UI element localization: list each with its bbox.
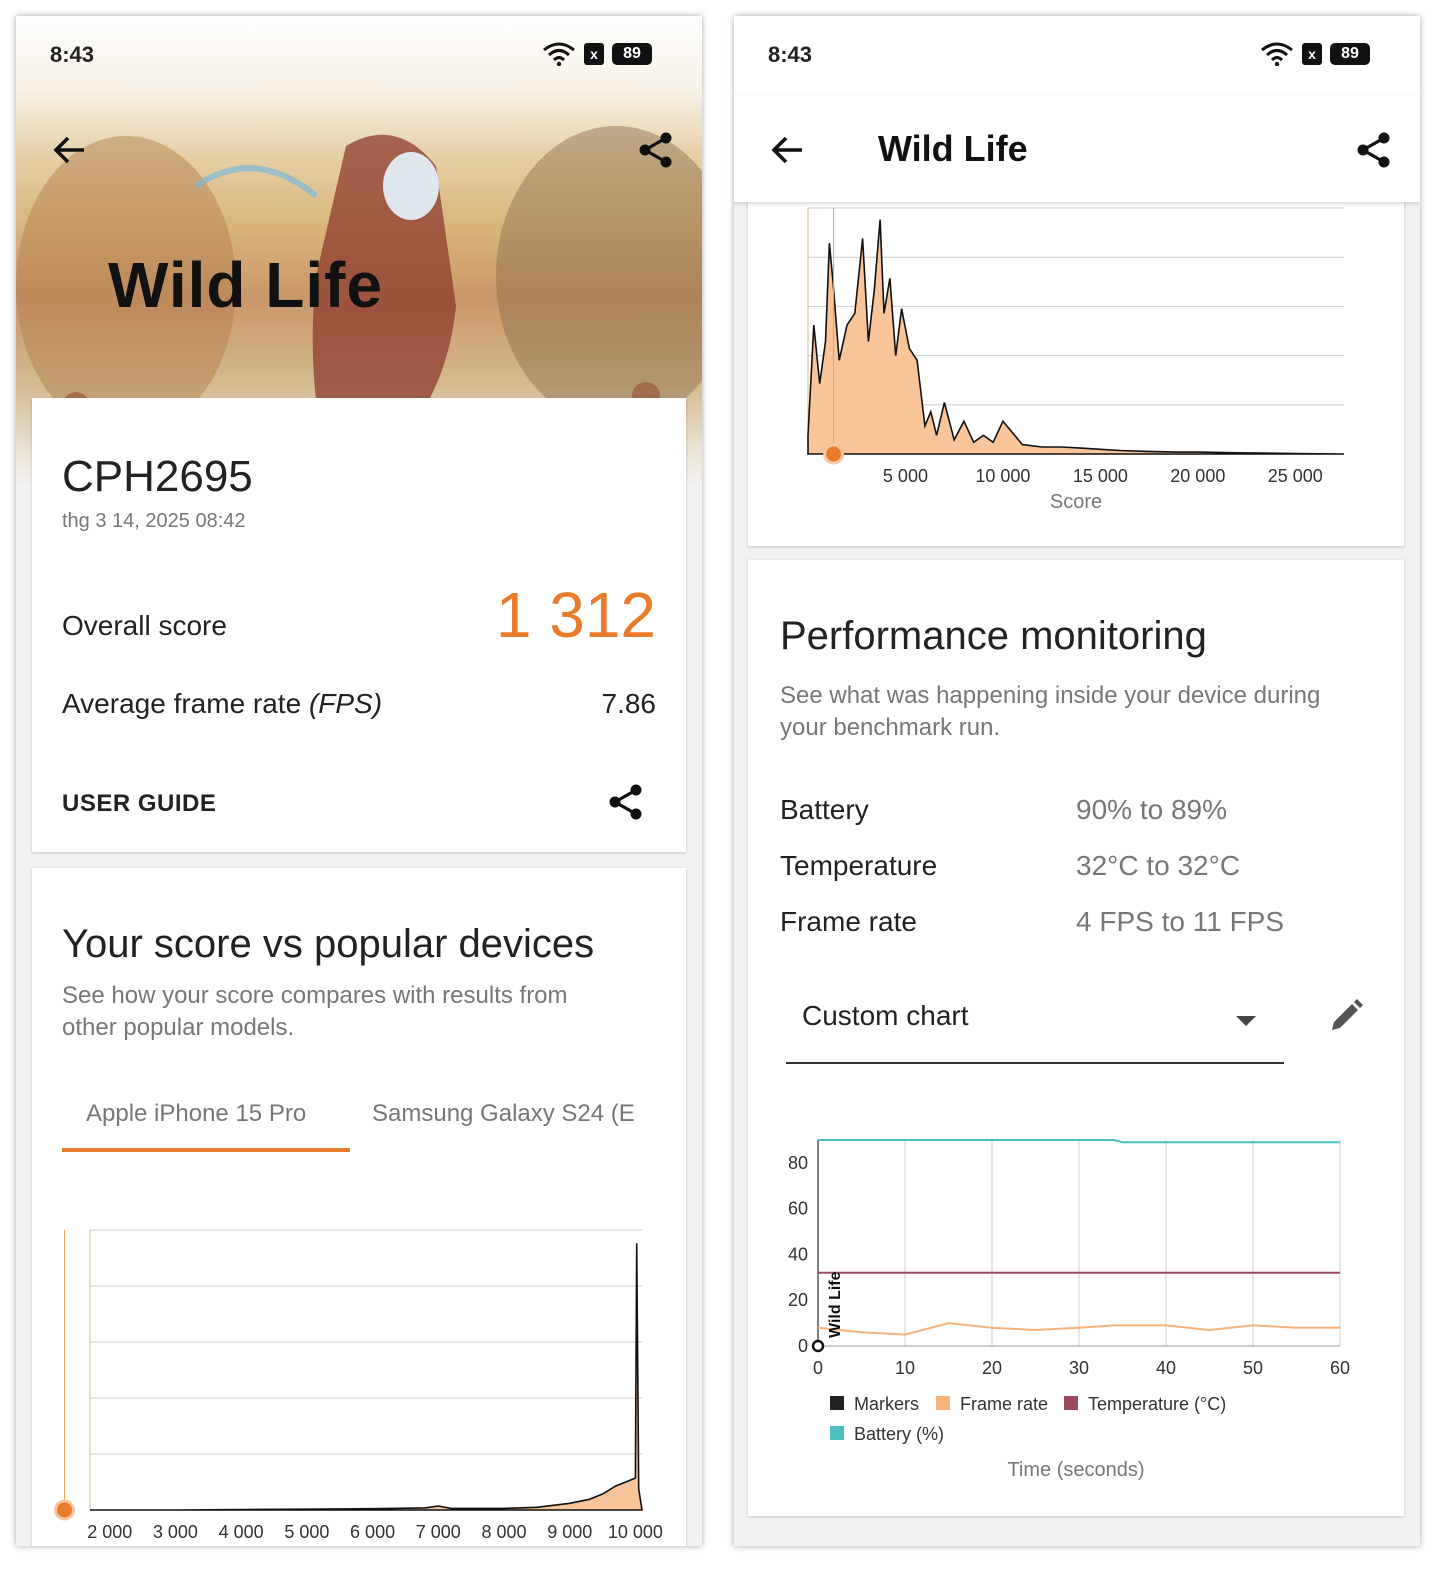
chart-select-underline — [786, 1062, 1284, 1064]
chart-select[interactable]: Custom chart — [802, 1000, 969, 1032]
legend-label: Markers — [854, 1394, 919, 1414]
legend-label: Frame rate — [960, 1394, 1048, 1414]
x-tick-label: 10 000 — [608, 1522, 663, 1542]
device-name: CPH2695 — [62, 452, 253, 501]
y-tick-label: 40 — [788, 1244, 808, 1264]
tab-apple-iphone[interactable]: Apple iPhone 15 Pro — [86, 1100, 306, 1128]
score-histogram-card: 5 000 10 000 15 000 20 000 25 000 Score — [748, 186, 1404, 546]
performance-chart: 0 10 20 30 40 50 60 0 20 40 60 80 Wild Life Markers Fr… — [788, 1139, 1350, 1481]
performance-card: Performance monitoring See what was happ… — [748, 560, 1404, 1516]
battery-label: Battery — [780, 794, 869, 825]
result-date: thg 3 14, 2025 08:42 — [62, 510, 246, 532]
x-tick-label: 0 — [813, 1358, 823, 1378]
battery-value: 90% to 89% — [1076, 794, 1227, 825]
performance-subtitle-1: See what was happening inside your devic… — [780, 682, 1321, 709]
tab-samsung-galaxy[interactable]: Samsung Galaxy S24 (E — [372, 1100, 635, 1128]
status-time: 8:43 — [50, 42, 95, 67]
your-score-marker — [823, 443, 845, 465]
status-time-right: 8:43 — [768, 42, 813, 67]
x-tick-label: 30 — [1069, 1358, 1089, 1378]
back-arrow-icon[interactable] — [768, 130, 808, 170]
x-tick-label: 9 000 — [547, 1522, 592, 1542]
wifi-icon — [1261, 42, 1293, 66]
score-card: CPH2695 thg 3 14, 2025 08:42 Overall sco… — [32, 398, 686, 852]
legend-label: Temperature (°C) — [1088, 1394, 1226, 1414]
y-tick-label: 0 — [798, 1336, 808, 1356]
distribution-area — [90, 1243, 643, 1511]
back-arrow-icon[interactable] — [50, 130, 90, 170]
legend-swatch — [830, 1396, 844, 1410]
y-tick-label: 60 — [788, 1199, 808, 1219]
legend-swatch — [830, 1426, 844, 1440]
compare-subtitle-1: See how your score compares with results… — [62, 982, 568, 1009]
x-tick-label: 25 000 — [1268, 466, 1323, 486]
distribution-area — [807, 219, 1345, 455]
battery-icon: 89 — [612, 43, 652, 65]
y-tick-label: 20 — [788, 1290, 808, 1310]
page-title: Wild Life — [878, 128, 1028, 169]
x-tick-label: 15 000 — [1073, 466, 1128, 486]
chevron-down-icon[interactable] — [1236, 1016, 1256, 1026]
x-tick-label: 40 — [1156, 1358, 1176, 1378]
compare-histogram-chart: 2 000 3 000 4 000 5 000 6 000 7 000 8 000 9 000… — [54, 1229, 663, 1542]
x-tick-label: 6 000 — [350, 1522, 395, 1542]
x-tick-label: 8 000 — [481, 1522, 526, 1542]
right-screen: 8:43 x 89 Wild Life 5 000 10 000 15 000 20 … — [734, 16, 1420, 1546]
tab-active-indicator — [62, 1148, 350, 1152]
share-result-icon[interactable] — [606, 782, 646, 822]
x-tick-label: 20 — [982, 1358, 1002, 1378]
your-score-marker — [54, 1499, 76, 1521]
x-tick-label: 50 — [1243, 1358, 1263, 1378]
performance-title: Performance monitoring — [780, 614, 1207, 658]
x-tick-label: 10 000 — [975, 466, 1030, 486]
fps-label-unit: (FPS) — [308, 688, 383, 719]
x-axis-label: Score — [1050, 491, 1102, 513]
battery-icon: 89 — [1330, 43, 1370, 65]
sim-icon: x — [1302, 43, 1322, 65]
fps-value: 7.86 — [601, 688, 657, 719]
x-axis-label: Time (seconds) — [1007, 1459, 1144, 1481]
overall-score-label: Overall score — [62, 610, 227, 641]
score-histogram-chart: 5 000 10 000 15 000 20 000 25 000 Score — [807, 207, 1345, 513]
x-tick-label: 10 — [895, 1358, 915, 1378]
temperature-value: 32°C to 32°C — [1076, 850, 1241, 881]
x-tick-label: 5 000 — [284, 1522, 329, 1542]
x-tick-label: 20 000 — [1170, 466, 1225, 486]
temperature-label: Temperature — [780, 850, 938, 881]
overall-score-value: 1 312 — [495, 579, 656, 651]
user-guide-button[interactable]: USER GUIDE — [62, 790, 216, 818]
legend-swatch — [1064, 1396, 1078, 1410]
x-tick-label: 4 000 — [219, 1522, 264, 1542]
status-bar-right: 8:43 x 89 — [734, 16, 1420, 96]
share-icon[interactable] — [1354, 130, 1394, 170]
app-bar: Wild Life — [734, 96, 1420, 202]
x-tick-label: 60 — [1330, 1358, 1350, 1378]
frame-rate-label: Frame rate — [780, 906, 917, 937]
marker-label: Wild Life — [827, 1271, 844, 1338]
marker-point — [811, 1339, 825, 1353]
performance-subtitle-2: your benchmark run. — [780, 714, 1001, 741]
compare-subtitle-2: other popular models. — [62, 1014, 295, 1041]
frame-rate-value: 4 FPS to 11 FPS — [1076, 906, 1285, 937]
x-tick-label: 2 000 — [87, 1522, 132, 1542]
edit-pencil-icon[interactable] — [1326, 996, 1366, 1036]
legend-swatch — [936, 1396, 950, 1410]
hero-title: Wild Life — [108, 249, 384, 321]
compare-title: Your score vs popular devices — [62, 922, 595, 966]
status-bar: 8:43 x 89 — [16, 16, 702, 96]
left-screen: Wild Life 8:43 x 89 CPH2695 thg 3 14, 20… — [16, 16, 702, 1546]
wifi-icon — [543, 42, 575, 66]
compare-card: Your score vs popular devices See how yo… — [32, 868, 686, 1546]
sim-icon: x — [584, 43, 604, 65]
fps-label-text: Average frame rate — [62, 688, 309, 719]
x-tick-label: 5 000 — [883, 466, 928, 486]
x-tick-label: 3 000 — [153, 1522, 198, 1542]
y-tick-label: 80 — [788, 1153, 808, 1173]
fps-label: Average frame rate (FPS) — [62, 688, 382, 720]
share-icon[interactable] — [636, 130, 676, 170]
legend-label: Battery (%) — [854, 1424, 944, 1444]
x-tick-label: 7 000 — [416, 1522, 461, 1542]
